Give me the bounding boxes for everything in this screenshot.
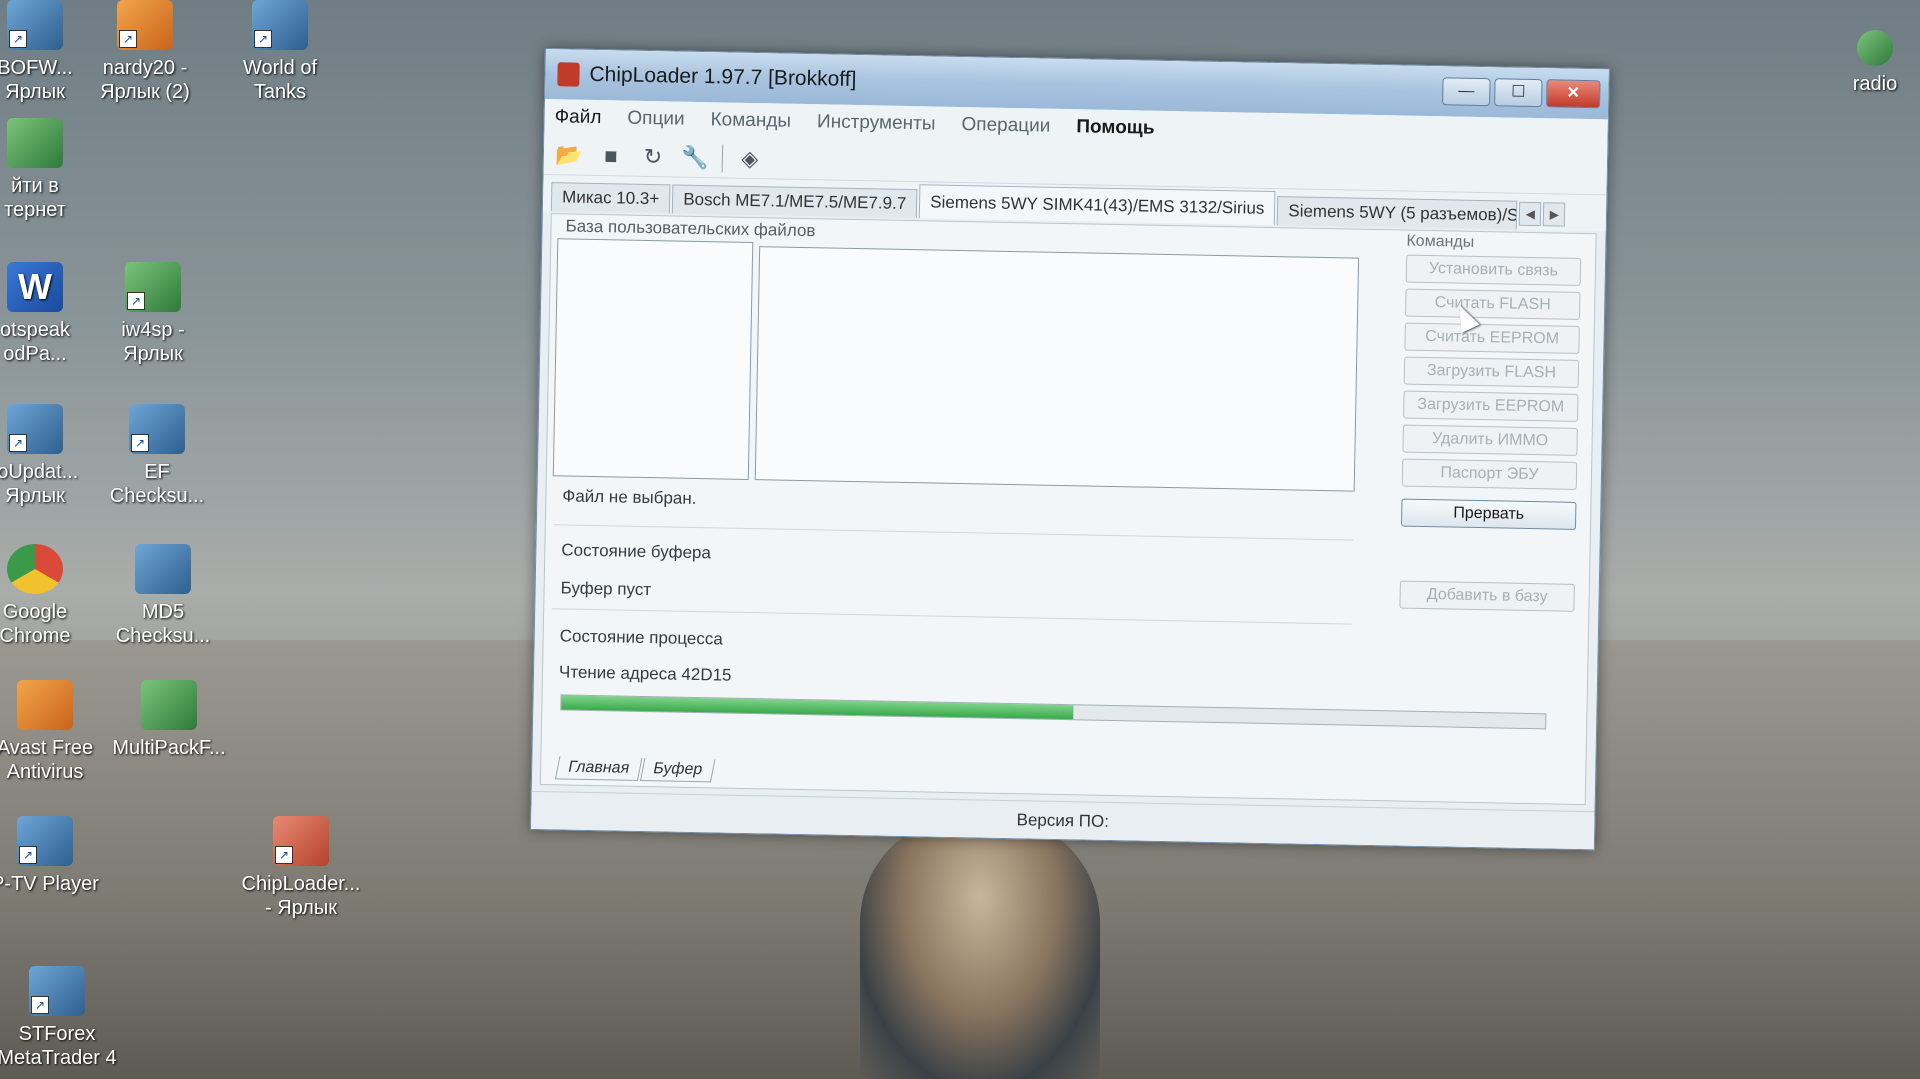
progress-bar — [560, 694, 1547, 730]
wrench-icon[interactable]: 🔧 — [680, 143, 711, 172]
menu-file[interactable]: Файл — [554, 106, 601, 129]
read-eeprom-button[interactable]: Считать EEPROM — [1404, 322, 1580, 354]
write-eeprom-button[interactable]: Загрузить EEPROM — [1403, 390, 1579, 422]
tab-siemens-simk41[interactable]: Siemens 5WY SIMK41(43)/EMS 3132/Sirius — [918, 184, 1276, 226]
app-icon — [557, 62, 580, 87]
file-status: Файл не выбран. — [562, 486, 697, 508]
abort-button[interactable]: Прервать — [1400, 498, 1577, 530]
desktop-icon-google-chrome[interactable]: Google Chrome — [0, 544, 100, 648]
tv-icon: ↗ — [17, 816, 73, 866]
chip-icon: ↗ — [273, 816, 329, 866]
app-icon: ↗ — [117, 0, 173, 50]
app-icon — [7, 118, 63, 168]
app-icon — [141, 680, 197, 730]
stop-icon[interactable]: ■ — [596, 142, 627, 171]
app-icon: ↗ — [129, 404, 185, 454]
file-list[interactable] — [754, 246, 1360, 492]
read-flash-button[interactable]: Считать FLASH — [1405, 288, 1581, 320]
tab-mikas[interactable]: Микас 10.3+ — [550, 182, 671, 214]
buffer-state-label: Состояние буфера — [561, 540, 712, 563]
app-icon: ↗ — [7, 404, 63, 454]
chrome-icon — [7, 544, 63, 594]
menu-tools[interactable]: Инструменты — [817, 111, 936, 135]
desktop-icon-avast[interactable]: Avast Free Antivirus — [0, 680, 110, 784]
remove-immo-button[interactable]: Удалить ИММО — [1402, 424, 1578, 456]
tab-scroll-left-icon[interactable]: ◀ — [1519, 201, 1542, 227]
desktop-icon-md5-checksum[interactable]: MD5 Checksu... — [98, 544, 228, 648]
radio-icon — [1857, 30, 1893, 66]
process-state-label: Состояние процесса — [559, 626, 723, 649]
menu-options[interactable]: Опции — [627, 108, 685, 131]
progress-fill — [561, 695, 1074, 720]
app-icon: ↗ — [125, 262, 181, 312]
menu-help[interactable]: Помощь — [1076, 116, 1155, 139]
buffer-state-value: Буфер пуст — [560, 578, 652, 600]
wallpaper-figure — [860, 820, 1100, 1079]
desktop-icon-radio[interactable]: radio — [1830, 30, 1920, 96]
minimize-button[interactable]: — — [1442, 77, 1491, 107]
chiploader-window: ChipLoader 1.97.7 [Brokkoff] — ☐ ✕ Файл … — [529, 48, 1610, 851]
window-title: ChipLoader 1.97.7 [Brokkoff] — [589, 62, 857, 91]
app-icon: ↗ — [252, 0, 308, 50]
main-panel: База пользовательских файлов Файл не выб… — [539, 213, 1597, 806]
tab-siemens-5wy[interactable]: Siemens 5WY (5 разъемов)/S — [1277, 196, 1518, 230]
ecu-passport-button[interactable]: Паспорт ЭБУ — [1401, 458, 1578, 490]
divider — [553, 524, 1354, 541]
word-icon: W — [7, 262, 63, 312]
desktop-icon-otspeak[interactable]: W otspeak odPa... — [0, 262, 100, 366]
tab-bosch[interactable]: Bosch ME7.1/ME7.5/ME7.9.7 — [672, 184, 918, 219]
desktop-icon-nardy[interactable]: ↗ nardy20 - Ярлык (2) — [80, 0, 210, 104]
desktop-icon-internet[interactable]: йти в тернет — [0, 118, 100, 222]
menu-operations[interactable]: Операции — [961, 114, 1050, 138]
bottom-tabs: Главная Буфер — [554, 756, 716, 783]
app-icon: ↗ — [7, 0, 63, 50]
desktop-icon-multipack[interactable]: MultiPackF... — [104, 680, 234, 760]
app-icon — [135, 544, 191, 594]
open-folder-icon[interactable]: 📂 — [554, 141, 585, 170]
maximize-button[interactable]: ☐ — [1494, 78, 1543, 108]
toolbar-separator — [721, 143, 724, 172]
desktop-icon-metatrader[interactable]: ↗ STForex MetaTrader 4 — [0, 966, 122, 1070]
refresh-icon[interactable]: ↻ — [638, 142, 669, 171]
desktop-icon-world-of-tanks[interactable]: ↗ World of Tanks — [215, 0, 345, 104]
close-button[interactable]: ✕ — [1546, 79, 1601, 109]
divider — [552, 608, 1353, 625]
tab-scroll-right-icon[interactable]: ▶ — [1543, 202, 1566, 227]
tab-main[interactable]: Главная — [554, 756, 643, 781]
chip-icon[interactable]: ◈ — [735, 144, 766, 173]
desktop-icon-autoupdate[interactable]: ↗ toUpdat... Ярлык — [0, 404, 100, 508]
process-state-value: Чтение адреса 42D15 — [558, 662, 732, 685]
add-to-database-button[interactable]: Добавить в базу — [1399, 580, 1575, 612]
write-flash-button[interactable]: Загрузить FLASH — [1403, 356, 1580, 388]
menu-commands[interactable]: Команды — [710, 109, 791, 133]
desktop-icon-tv-player[interactable]: ↗ P-TV Player — [0, 816, 110, 896]
commands-label: Команды — [1406, 232, 1475, 251]
desktop-icon-chiploader[interactable]: ↗ ChipLoader... - Ярлык — [236, 816, 366, 920]
tab-buffer[interactable]: Буфер — [639, 758, 716, 783]
avast-icon — [17, 680, 73, 730]
file-folder-list[interactable] — [552, 238, 754, 480]
files-group-label: База пользовательских файлов — [561, 216, 820, 242]
desktop-icon-iw4sp[interactable]: ↗ iw4sp - Ярлык — [88, 262, 218, 366]
app-icon: ↗ — [29, 966, 85, 1016]
connect-button[interactable]: Установить связь — [1405, 254, 1582, 286]
desktop-icon-ef-checksum[interactable]: ↗ EF Checksu... — [92, 404, 222, 508]
